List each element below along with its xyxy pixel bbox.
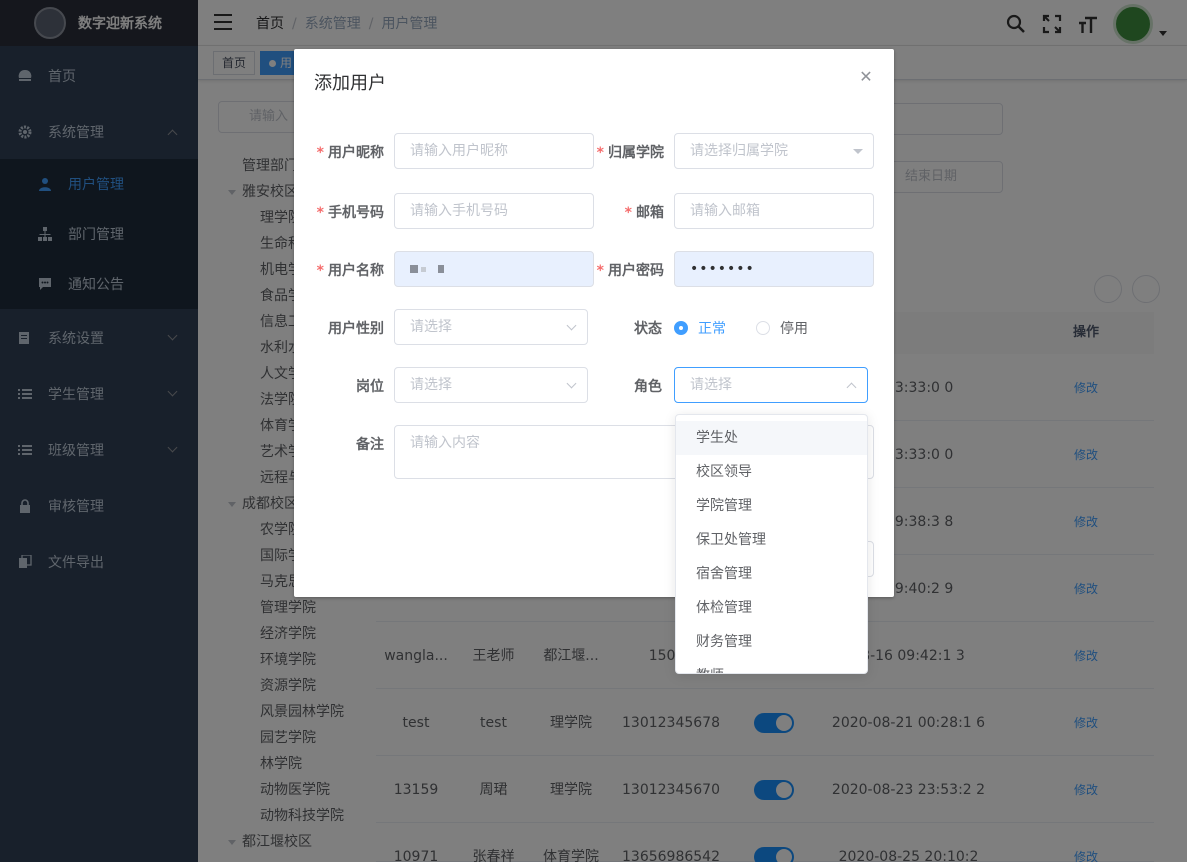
phone-input[interactable]: 请输入手机号码 <box>394 193 594 229</box>
username-input[interactable] <box>394 251 594 287</box>
nickname-input[interactable]: 请输入用户昵称 <box>394 133 594 169</box>
password-label: * 用户密码 <box>596 263 664 279</box>
status-radio-normal[interactable]: 正常 <box>674 318 726 338</box>
status-radio-disabled[interactable]: 停用 <box>756 318 808 338</box>
role-option[interactable]: 保卫处管理 <box>676 523 867 557</box>
role-option[interactable]: 体检管理 <box>676 591 867 625</box>
password-input[interactable]: ••••••• <box>674 251 874 287</box>
college-select[interactable]: 请选择归属学院 <box>674 133 874 169</box>
phone-label: * 手机号码 <box>316 205 384 221</box>
nickname-label: * 用户昵称 <box>316 145 384 161</box>
triangle-down-icon <box>853 149 863 154</box>
post-label: 岗位 <box>356 379 384 395</box>
role-option[interactable]: 学生处 <box>676 421 867 455</box>
gender-select[interactable]: 请选择 <box>394 309 588 345</box>
role-label: 角色 <box>634 379 662 395</box>
email-input[interactable]: 请输入邮箱 <box>674 193 874 229</box>
role-option[interactable]: 财务管理 <box>676 625 867 659</box>
username-label: * 用户名称 <box>316 263 384 279</box>
role-dropdown: 学生处 校区领导 学院管理 保卫处管理 宿舍管理 体检管理 财务管理 教师 <box>675 414 868 674</box>
chevron-up-icon <box>846 382 857 393</box>
role-option[interactable]: 学院管理 <box>676 489 867 523</box>
email-label: * 邮箱 <box>624 205 664 221</box>
remark-label: 备注 <box>356 437 384 453</box>
post-select[interactable]: 请选择 <box>394 367 588 403</box>
role-option[interactable]: 教师 <box>676 659 867 673</box>
role-option[interactable]: 宿舍管理 <box>676 557 867 591</box>
status-label: 状态 <box>634 321 662 337</box>
college-label: * 归属学院 <box>596 145 664 161</box>
role-select[interactable]: 请选择 <box>674 367 868 403</box>
dialog-title: 添加用户 <box>314 73 386 94</box>
role-option[interactable]: 校区领导 <box>676 455 867 489</box>
gender-label: 用户性别 <box>328 321 384 337</box>
close-icon[interactable]: ✕ <box>858 69 874 85</box>
